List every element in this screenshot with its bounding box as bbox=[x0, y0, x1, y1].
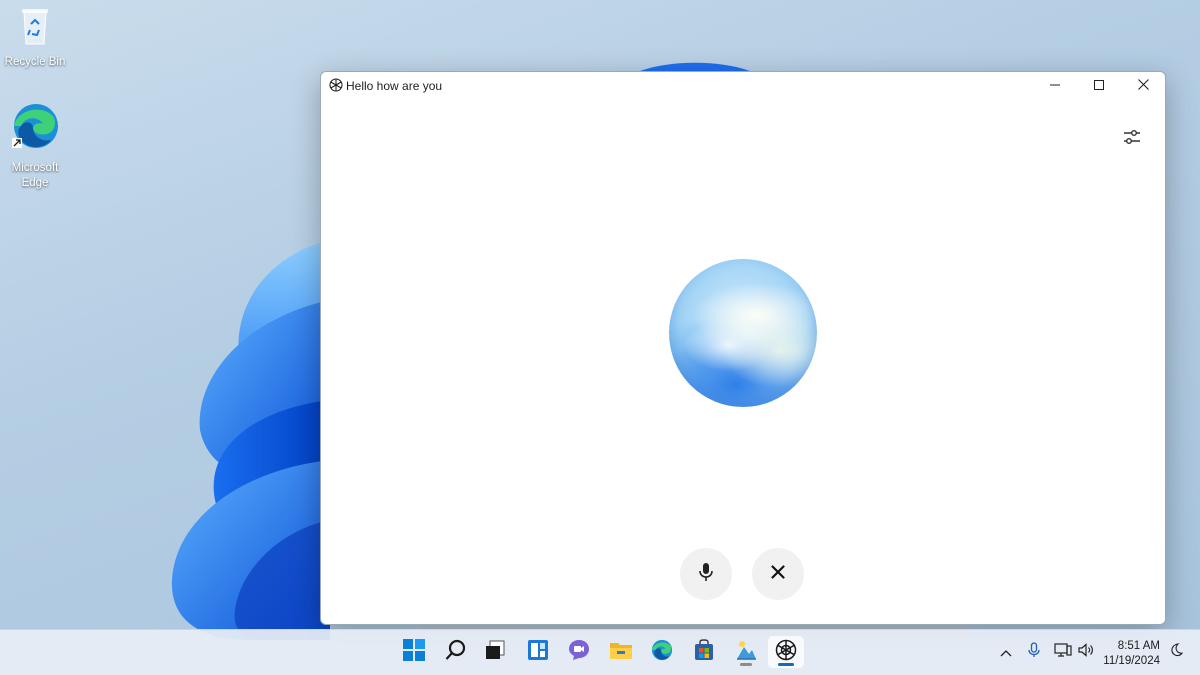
minimize-icon bbox=[1050, 77, 1060, 95]
microphone-icon bbox=[1028, 642, 1040, 663]
clock-time: 8:51 AM bbox=[1117, 640, 1160, 652]
network-icon bbox=[1054, 642, 1072, 663]
search-button[interactable] bbox=[438, 636, 474, 668]
search-icon bbox=[445, 639, 467, 666]
desktop-icon-microsoft-edge[interactable]: Microsoft Edge bbox=[0, 102, 70, 191]
file-explorer-button[interactable] bbox=[603, 636, 639, 668]
photos-icon bbox=[735, 639, 757, 666]
clock[interactable]: 8:51 AM 11/19/2024 bbox=[1103, 639, 1160, 669]
moon-icon bbox=[1169, 643, 1184, 662]
desktop-icon-recycle-bin[interactable]: Recycle Bin bbox=[0, 6, 70, 70]
network-tray-button[interactable] bbox=[1052, 630, 1074, 675]
widgets-button[interactable] bbox=[520, 636, 556, 668]
taskbar: 8:51 AM 11/19/2024 bbox=[0, 629, 1200, 675]
widgets-icon bbox=[527, 639, 549, 666]
store-icon bbox=[693, 638, 715, 666]
chevron-up-icon bbox=[1000, 644, 1012, 662]
voice-orb bbox=[669, 259, 817, 407]
chatgpt-icon bbox=[328, 77, 344, 98]
microphone-tray-button[interactable] bbox=[1024, 630, 1044, 675]
end-voice-button[interactable] bbox=[752, 548, 804, 600]
task-view-icon bbox=[484, 639, 506, 666]
chatgpt-taskbar-button[interactable] bbox=[768, 636, 804, 668]
window-title: Hello how are you bbox=[346, 79, 443, 93]
volume-icon bbox=[1078, 643, 1094, 662]
chat-icon bbox=[568, 639, 590, 666]
minimize-button[interactable] bbox=[1033, 72, 1077, 100]
close-icon bbox=[771, 564, 785, 584]
voice-settings-button[interactable] bbox=[1119, 126, 1145, 152]
show-hidden-icons-button[interactable] bbox=[996, 630, 1016, 675]
maximize-icon bbox=[1094, 77, 1104, 95]
recycle-bin-icon bbox=[0, 6, 70, 51]
volume-tray-button[interactable] bbox=[1076, 630, 1096, 675]
close-window-button[interactable] bbox=[1121, 72, 1165, 100]
edge-icon bbox=[651, 639, 673, 666]
notifications-button[interactable] bbox=[1166, 630, 1186, 675]
clock-date: 11/19/2024 bbox=[1103, 655, 1160, 667]
active-indicator bbox=[778, 663, 794, 666]
sliders-icon bbox=[1123, 129, 1141, 150]
desktop-icon-label: Recycle Bin bbox=[4, 56, 66, 68]
edge-button[interactable] bbox=[644, 636, 680, 668]
desktop-icon-label: Microsoft Edge bbox=[11, 162, 59, 189]
chat-button[interactable] bbox=[561, 636, 597, 668]
photos-button[interactable] bbox=[728, 636, 764, 668]
maximize-button[interactable] bbox=[1077, 72, 1121, 100]
task-view-button[interactable] bbox=[477, 636, 513, 668]
close-icon bbox=[1137, 77, 1149, 95]
edge-icon bbox=[0, 102, 70, 157]
store-button[interactable] bbox=[686, 636, 722, 668]
microphone-icon bbox=[698, 562, 714, 587]
start-button[interactable] bbox=[396, 636, 432, 668]
running-indicator bbox=[740, 663, 752, 666]
file-explorer-icon bbox=[609, 640, 633, 665]
microphone-button[interactable] bbox=[680, 548, 732, 600]
chatgpt-voice-window: Hello how are you bbox=[320, 71, 1166, 625]
title-bar[interactable]: Hello how are you bbox=[321, 72, 1165, 100]
start-icon bbox=[403, 638, 425, 666]
